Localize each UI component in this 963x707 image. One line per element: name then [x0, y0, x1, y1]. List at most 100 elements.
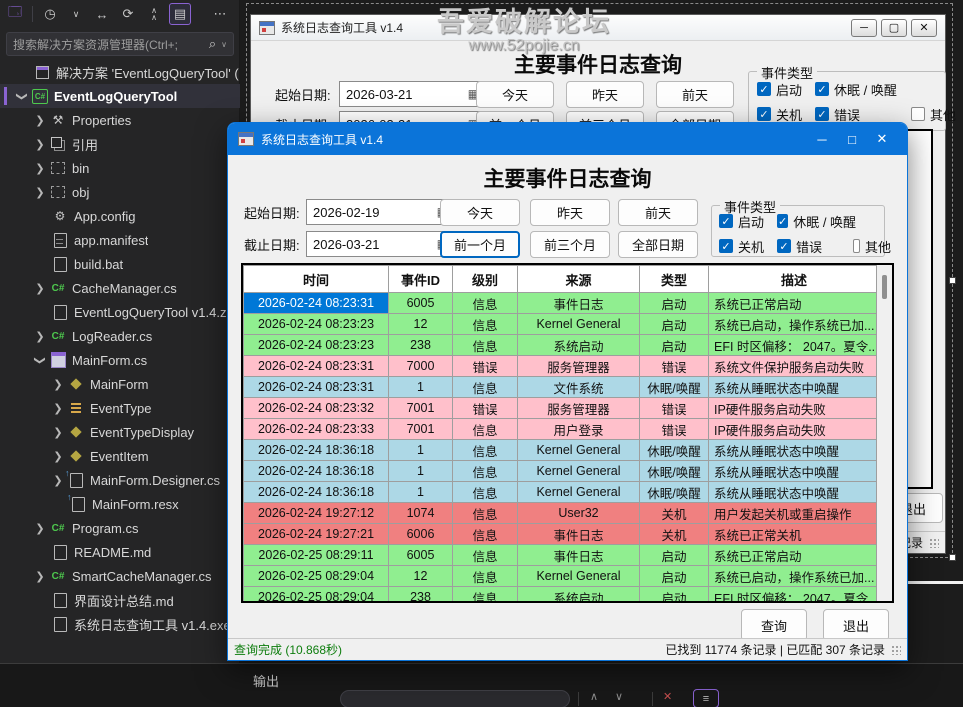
table-cell[interactable]: IP硬件服务启动失败: [709, 398, 880, 419]
table-cell[interactable]: 系统已正常启动: [709, 545, 880, 566]
table-cell[interactable]: Kernel General: [518, 314, 640, 335]
tree-item[interactable]: 系统日志查询工具 v1.4.exe: [0, 612, 240, 636]
table-cell[interactable]: 12: [389, 314, 453, 335]
table-cell[interactable]: 信息: [453, 587, 518, 604]
last-three-months-button[interactable]: 前三个月: [530, 231, 610, 258]
query-button[interactable]: 查询: [741, 609, 807, 641]
unchecked-checkbox-icon[interactable]: [911, 107, 925, 121]
switch-views-icon[interactable]: ↔: [91, 3, 113, 25]
chevron-icon[interactable]: ❯: [16, 86, 29, 106]
exit-button[interactable]: 退出: [823, 609, 889, 641]
bg-window-titlebar[interactable]: 系统日志查询工具 v1.4 ─ ▢ ✕: [251, 15, 945, 41]
table-cell[interactable]: 1: [389, 461, 453, 482]
table-cell[interactable]: 启动: [640, 293, 709, 314]
table-cell[interactable]: 6005: [389, 545, 453, 566]
day-before-button[interactable]: 前天: [618, 199, 698, 226]
tree-item[interactable]: ❯引用: [0, 132, 240, 156]
table-cell[interactable]: User32: [518, 503, 640, 524]
table-cell[interactable]: 信息: [453, 482, 518, 503]
table-row[interactable]: 2026-02-25 08:29:0412信息Kernel General启动系…: [244, 566, 880, 587]
nav-down-icon[interactable]: ∨: [615, 690, 623, 703]
table-cell[interactable]: 休眠/唤醒: [640, 461, 709, 482]
chevron-icon[interactable]: ❯: [30, 186, 50, 199]
refresh-icon[interactable]: ⟳: [117, 3, 139, 25]
unchecked-checkbox-icon[interactable]: [853, 239, 860, 253]
table-cell[interactable]: 2026-02-24 19:27:12: [244, 503, 389, 524]
preview-code-icon[interactable]: ▤: [169, 3, 191, 25]
checkbox-5[interactable]: 其他: [911, 105, 959, 124]
checked-checkbox-icon[interactable]: ✓: [757, 82, 771, 96]
table-cell[interactable]: 2026-02-24 18:36:18: [244, 461, 389, 482]
resize-grip[interactable]: [891, 645, 901, 655]
table-cell[interactable]: 1074: [389, 503, 453, 524]
solution-explorer-icon[interactable]: 🗔: [4, 3, 26, 25]
tree-item[interactable]: ❯C#LogReader.cs: [0, 324, 240, 348]
checkbox-5[interactable]: 其他: [853, 237, 891, 256]
results-table[interactable]: 时间事件ID级别来源类型描述2026-02-24 08:23:316005信息事…: [241, 263, 894, 603]
column-header[interactable]: 来源: [518, 266, 640, 293]
table-cell[interactable]: 系统已启动，操作系统已加...: [709, 314, 880, 335]
table-cell[interactable]: 错误: [453, 398, 518, 419]
resize-handle-corner[interactable]: [949, 554, 956, 561]
table-cell[interactable]: 系统已启动，操作系统已加...: [709, 566, 880, 587]
chevron-down-icon[interactable]: ∨: [221, 40, 227, 49]
table-cell[interactable]: 系统启动: [518, 587, 640, 604]
tree-item[interactable]: ❯EventTypeDisplay: [0, 420, 240, 444]
output-source-dropdown[interactable]: [340, 690, 570, 707]
table-cell[interactable]: 系统已正常关机: [709, 524, 880, 545]
chevron-icon[interactable]: ❯: [30, 162, 50, 175]
chevron-icon[interactable]: ❯: [48, 450, 68, 463]
checkbox-4[interactable]: ✓错误: [777, 237, 853, 256]
checked-checkbox-icon[interactable]: ✓: [777, 214, 788, 228]
table-cell[interactable]: 错误: [640, 398, 709, 419]
table-cell[interactable]: 1: [389, 440, 453, 461]
table-cell[interactable]: 系统从睡眠状态中唤醒: [709, 482, 880, 503]
bg-minimize-button[interactable]: ─: [851, 19, 877, 37]
checked-checkbox-icon[interactable]: ✓: [815, 107, 829, 121]
word-wrap-icon[interactable]: ≡: [693, 689, 719, 707]
table-cell[interactable]: 2026-02-25 08:29:04: [244, 587, 389, 604]
table-cell[interactable]: 信息: [453, 377, 518, 398]
table-cell[interactable]: 错误: [640, 356, 709, 377]
table-row[interactable]: 2026-02-24 18:36:181信息Kernel General休眠/唤…: [244, 440, 880, 461]
table-cell[interactable]: 信息: [453, 503, 518, 524]
column-header[interactable]: 描述: [709, 266, 880, 293]
table-cell[interactable]: 信息: [453, 293, 518, 314]
bg-maximize-button[interactable]: ▢: [881, 19, 907, 37]
table-cell[interactable]: 信息: [453, 419, 518, 440]
more-icon[interactable]: ⋯: [209, 3, 231, 25]
table-cell[interactable]: 1: [389, 377, 453, 398]
clear-output-icon[interactable]: ✕: [663, 690, 672, 703]
chevron-icon[interactable]: ❯: [30, 114, 50, 127]
checkbox-1[interactable]: ✓启动: [719, 212, 777, 231]
history-icon[interactable]: ◷: [39, 3, 61, 25]
table-cell[interactable]: 系统文件保护服务启动失败: [709, 356, 880, 377]
table-row[interactable]: 2026-02-25 08:29:04238信息系统启动启动EFI 时区偏移： …: [244, 587, 880, 604]
checked-checkbox-icon[interactable]: ✓: [815, 82, 829, 96]
table-row[interactable]: 2026-02-24 19:27:216006信息事件日志关机系统已正常关机: [244, 524, 880, 545]
table-cell[interactable]: 系统启动: [518, 335, 640, 356]
table-cell[interactable]: 启动: [640, 314, 709, 335]
table-cell[interactable]: 错误: [640, 419, 709, 440]
tree-item[interactable]: ❯MainForm: [0, 372, 240, 396]
table-cell[interactable]: 事件日志: [518, 293, 640, 314]
bg-close-button[interactable]: ✕: [911, 19, 937, 37]
last-month-button[interactable]: 前一个月: [440, 231, 520, 258]
table-cell[interactable]: 启动: [640, 587, 709, 604]
table-cell[interactable]: 系统从睡眠状态中唤醒: [709, 440, 880, 461]
table-cell[interactable]: Kernel General: [518, 461, 640, 482]
nav-up-icon[interactable]: ∧: [590, 690, 598, 703]
table-cell[interactable]: 2026-02-24 08:23:33: [244, 419, 389, 440]
tree-item[interactable]: ❯obj: [0, 180, 240, 204]
tree-item[interactable]: ❯C#SmartCacheManager.cs: [0, 564, 240, 588]
table-row[interactable]: 2026-02-24 18:36:181信息Kernel General休眠/唤…: [244, 461, 880, 482]
table-cell[interactable]: 238: [389, 587, 453, 604]
table-cell[interactable]: EFI 时区偏移： 2047。夏令...: [709, 335, 880, 356]
table-cell[interactable]: 信息: [453, 545, 518, 566]
table-row[interactable]: 2026-02-24 18:36:181信息Kernel General休眠/唤…: [244, 482, 880, 503]
resize-grip[interactable]: [929, 538, 939, 548]
table-cell[interactable]: 系统已正常启动: [709, 293, 880, 314]
table-cell[interactable]: 事件日志: [518, 524, 640, 545]
table-row[interactable]: 2026-02-24 08:23:337001信息用户登录错误IP硬件服务启动失…: [244, 419, 880, 440]
column-header[interactable]: 级别: [453, 266, 518, 293]
